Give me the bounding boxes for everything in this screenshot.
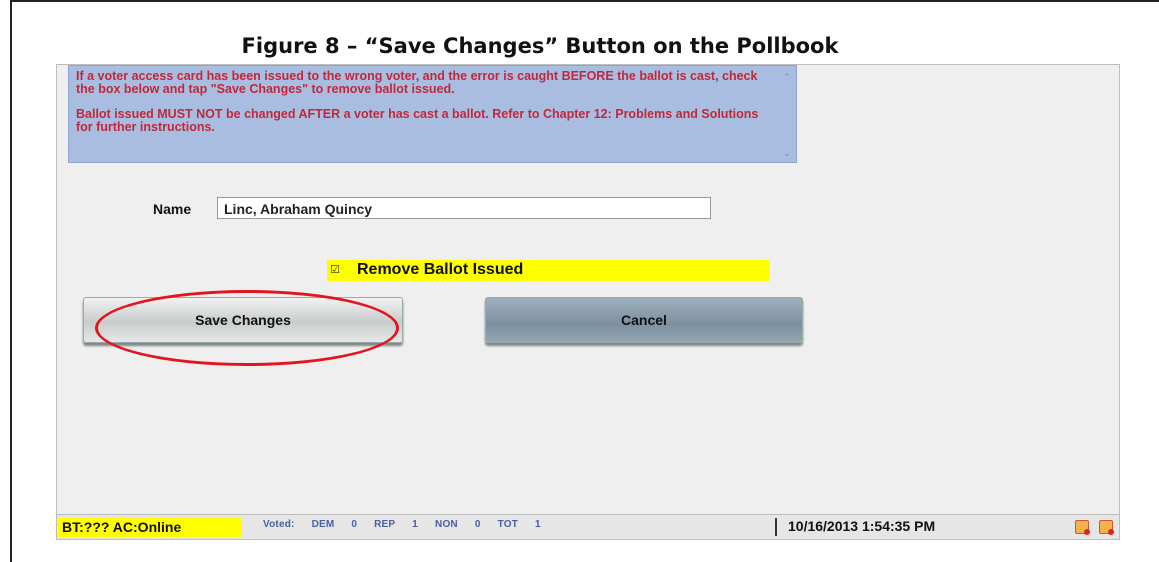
- save-changes-button[interactable]: Save Changes: [83, 297, 403, 343]
- scroll-down-icon[interactable]: ⌄: [780, 148, 794, 158]
- name-label: Name: [153, 201, 192, 217]
- total-label: TOT: [497, 519, 519, 530]
- remove-ballot-checkbox[interactable]: ☑: [329, 264, 341, 276]
- notice-paragraph-1: If a voter access card has been issued t…: [76, 69, 758, 96]
- total-count: 1: [535, 519, 541, 530]
- scroll-up-icon[interactable]: ⌃: [780, 72, 794, 82]
- status-icons: [1069, 520, 1114, 539]
- remove-ballot-label: Remove Ballot Issued: [357, 261, 524, 278]
- remove-ballot-row[interactable]: ☑ Remove Ballot Issued: [327, 260, 770, 281]
- status-divider: [775, 518, 777, 536]
- connection-status: BT:??? AC:Online: [58, 517, 242, 537]
- notice-paragraph-2: Ballot issued MUST NOT be changed AFTER …: [76, 107, 759, 134]
- notice-text: If a voter access card has been issued t…: [76, 70, 776, 146]
- party-dem-label: DEM: [311, 519, 335, 530]
- figure-frame-top: [10, 0, 1159, 2]
- name-field[interactable]: Linc, Abraham Quincy: [217, 197, 711, 219]
- printer-alert-icon[interactable]: [1074, 520, 1090, 535]
- instruction-notice: If a voter access card has been issued t…: [68, 65, 797, 163]
- party-non-label: NON: [435, 519, 458, 530]
- voted-label: Voted:: [263, 519, 295, 530]
- figure-title: Figure 8 – “Save Changes” Button on the …: [241, 34, 839, 58]
- party-non-count: 0: [474, 519, 481, 530]
- pollbook-screen: If a voter access card has been issued t…: [56, 64, 1120, 540]
- figure-frame-left: [10, 0, 12, 562]
- party-dem-count: 0: [351, 519, 358, 530]
- cancel-button[interactable]: Cancel: [485, 297, 803, 343]
- status-bar: BT:??? AC:Online Voted: DEM 0 REP 1 NON …: [57, 514, 1119, 539]
- party-rep-count: 1: [412, 519, 419, 530]
- notice-scrollbar[interactable]: ⌃ ⌄: [780, 70, 794, 158]
- voted-counts: Voted: DEM 0 REP 1 NON 0 TOT 1: [263, 519, 555, 530]
- party-rep-label: REP: [374, 519, 396, 530]
- status-datetime: 10/16/2013 1:54:35 PM: [788, 518, 936, 534]
- card-alert-icon[interactable]: [1099, 520, 1114, 535]
